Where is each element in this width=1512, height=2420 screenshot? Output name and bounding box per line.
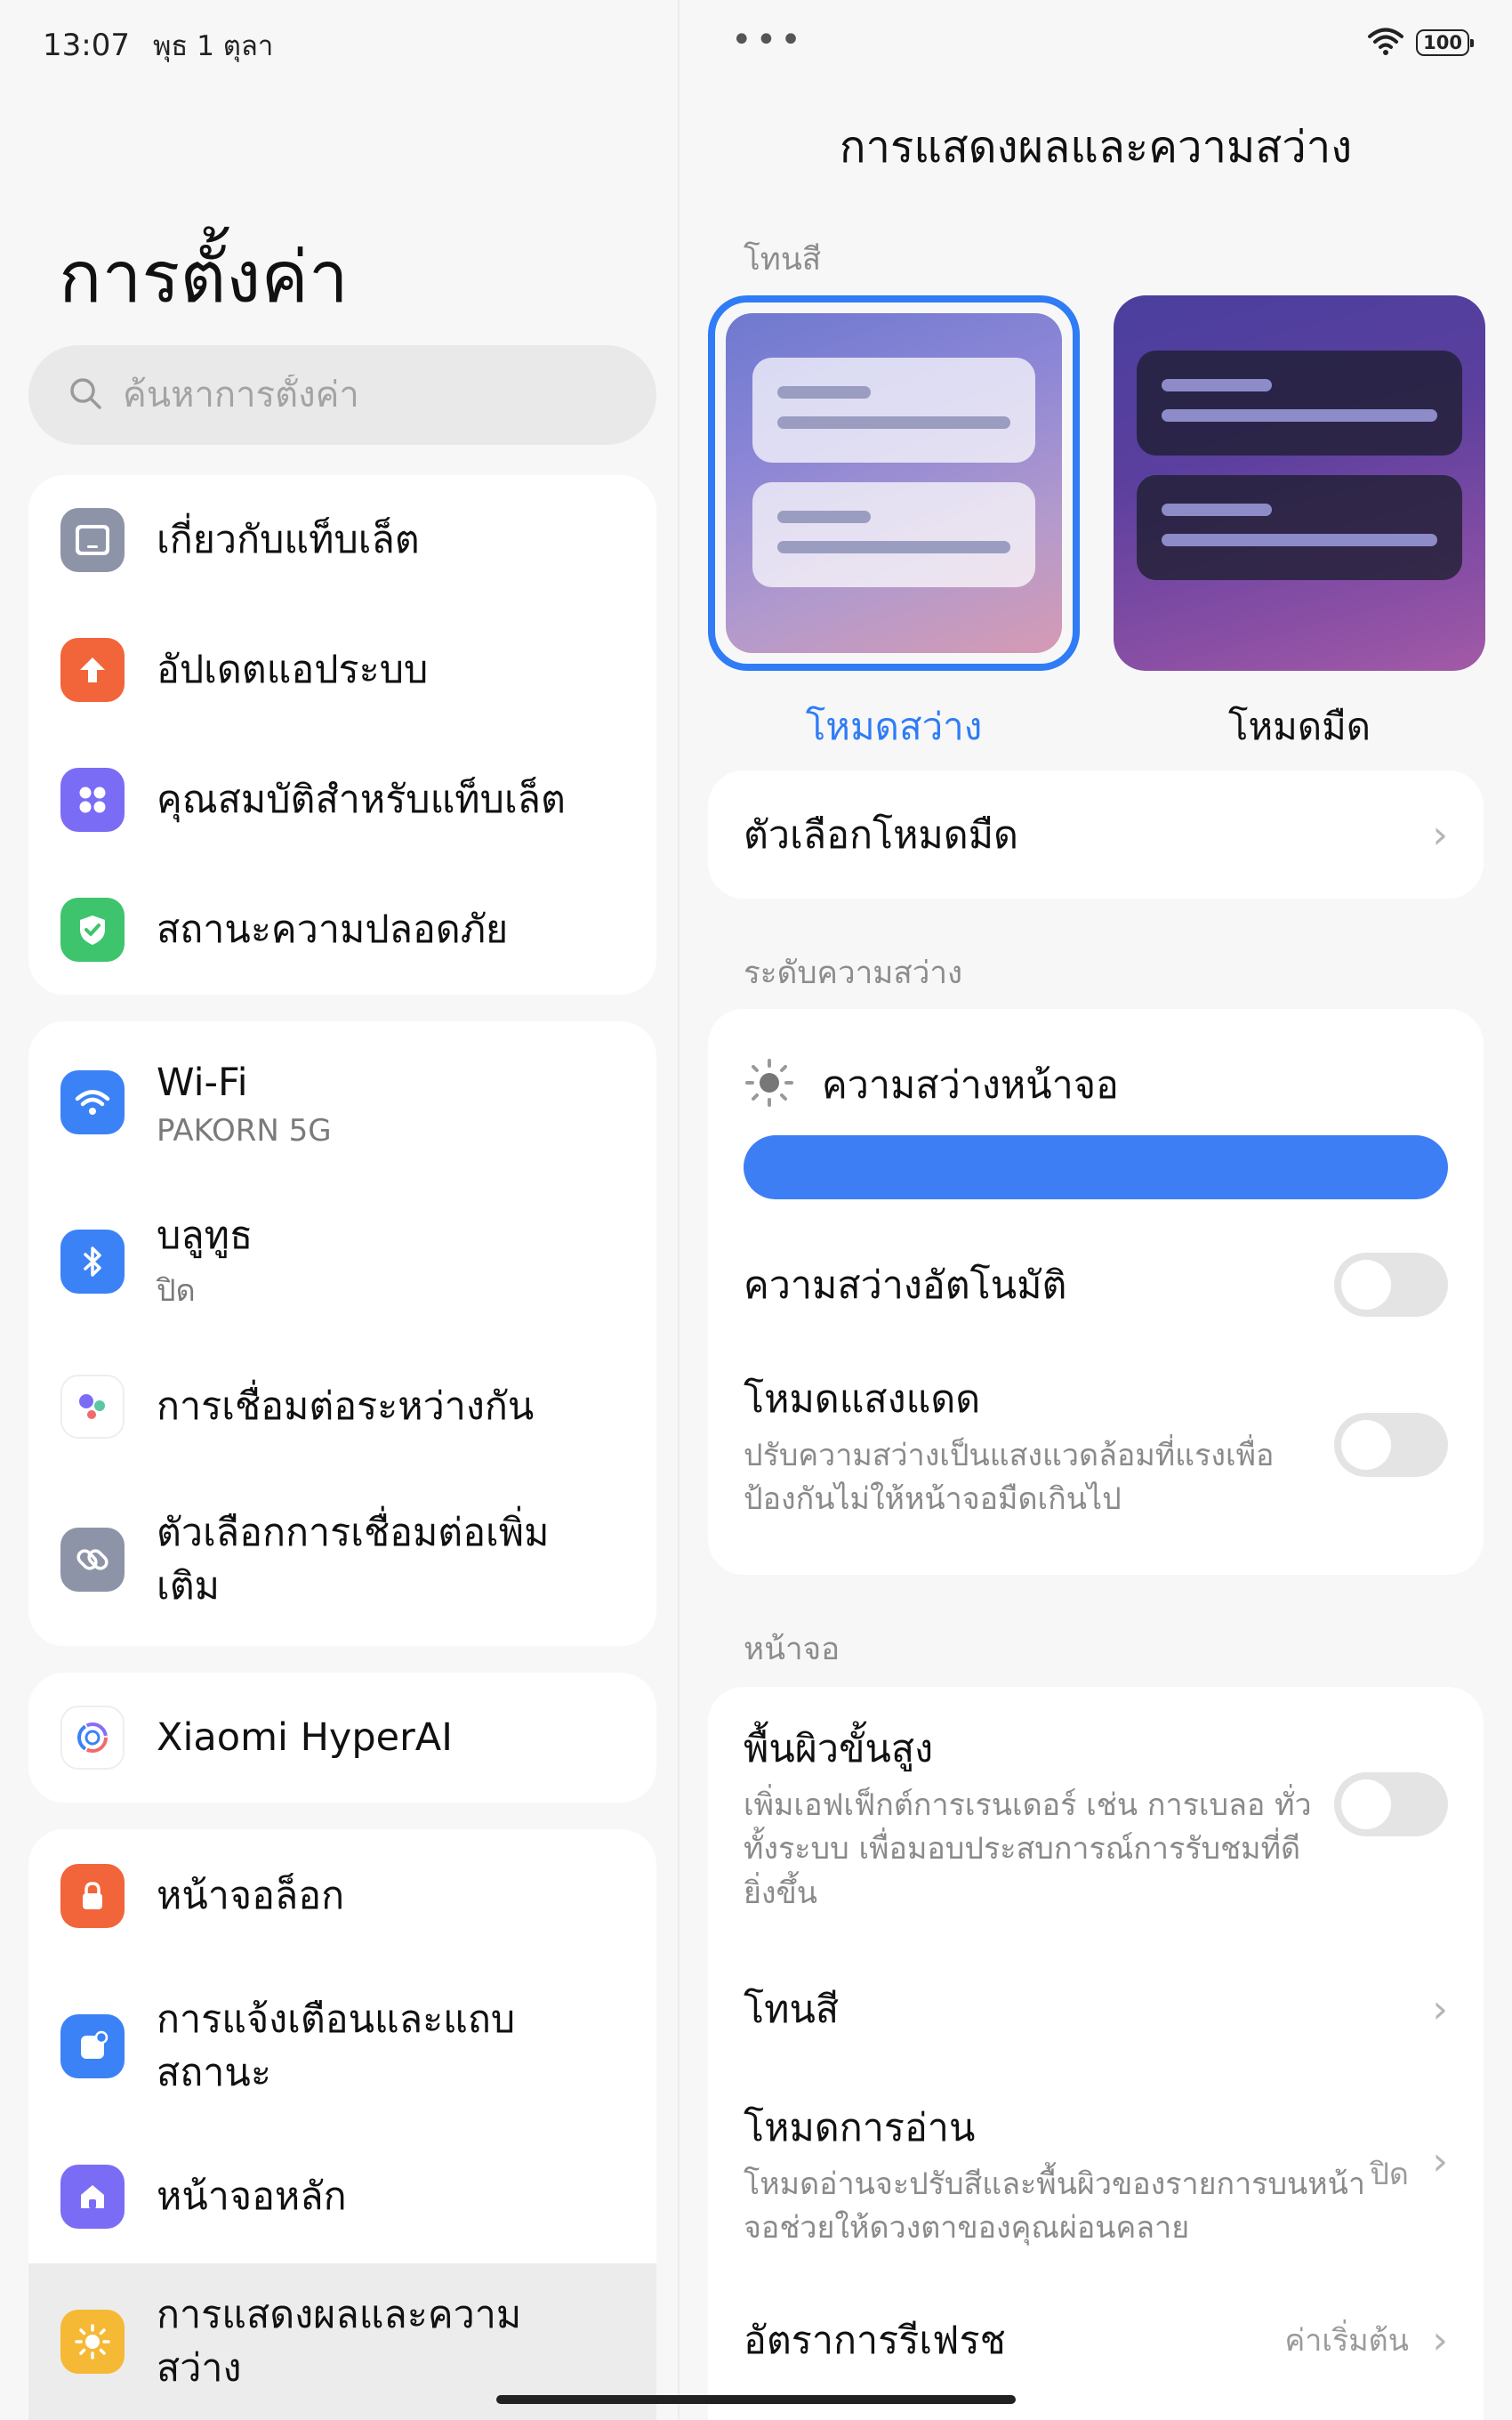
- sidebar-item-lock-screen[interactable]: หน้าจอล็อก: [28, 1829, 656, 1963]
- screen-card: พื้นผิวขั้นสูง เพิ่มเอฟเฟ็กต์การเรนเดอร์…: [708, 1687, 1484, 2420]
- reading-mode-desc-line1: โหมดอ่านจะปรับสีและพื้นผิวของรายการบนหน้…: [744, 2166, 1366, 2202]
- bluetooth-status: ปิด: [157, 1273, 196, 1310]
- settings-group-device: เกี่ยวกับแท็บเล็ต อัปเดตแอประบบ คุณสมบัต…: [28, 475, 656, 995]
- section-label-brightness: ระดับความสว่าง: [744, 956, 963, 991]
- dark-mode-options-label: ตัวเลือกโหมดมืด: [744, 813, 1018, 858]
- sidebar-item-label: บลูทูธ: [157, 1213, 253, 1258]
- display-brightness-pane: การแสดงผลและความสว่าง โทนสี โหมดสว่าง โห…: [680, 0, 1512, 2420]
- auto-brightness-label: ความสว่างอัตโนมัติ: [744, 1263, 1067, 1308]
- color-tone-label: โทนสี: [744, 1988, 840, 2032]
- advanced-surface-row: พื้นผิวขั้นสูง เพิ่มเอฟเฟ็กต์การเรนเดอร์…: [744, 1719, 1448, 1915]
- tablet-icon: [60, 508, 125, 572]
- dark-mode-options-card[interactable]: ตัวเลือกโหมดมืด ›: [708, 770, 1484, 899]
- shield-check-icon: [60, 898, 125, 962]
- page-title: การตั้งค่า: [59, 236, 349, 319]
- lock-icon: [60, 1864, 125, 1928]
- section-label-theme: โทนสี: [744, 242, 822, 278]
- sidebar-item-more-connection-options[interactable]: ตัวเลือกการเชื่อมต่อเพิ่ม เติม: [28, 1473, 656, 1646]
- sidebar-item-home-screen[interactable]: หน้าจอหลัก: [28, 2130, 656, 2263]
- advanced-surface-desc-line2: ทั้งระบบ เพื่อมอบประสบการณ์การรับชมที่ดี: [744, 1831, 1301, 1867]
- chevron-right-icon: ›: [1432, 2317, 1448, 2363]
- search-icon: [68, 375, 103, 415]
- dark-mode-label[interactable]: โหมดมืด: [1114, 698, 1485, 756]
- refresh-rate-label: อัตราการรีเฟรช: [744, 2319, 1006, 2363]
- sidebar-item-label: การแสดงผลและความ: [157, 2292, 522, 2337]
- wifi-icon: [60, 1070, 125, 1134]
- sunlight-mode-toggle[interactable]: [1334, 1413, 1448, 1477]
- brightness-slider[interactable]: [744, 1135, 1448, 1199]
- sidebar-item-label: หน้าจอหลัก: [157, 2174, 347, 2219]
- sidebar-item-label: เกี่ยวกับแท็บเล็ต: [157, 517, 420, 562]
- auto-brightness-row: ความสว่างอัตโนมัติ: [744, 1240, 1448, 1329]
- reading-mode-row[interactable]: โหมดการอ่าน โหมดอ่านจะปรับสีและพื้นผิวขอ…: [744, 2098, 1448, 2249]
- sidebar-item-label: Wi-Fi: [157, 1060, 248, 1105]
- auto-brightness-toggle[interactable]: [1334, 1253, 1448, 1317]
- advanced-surface-desc-line3: ยิ่งขึ้น: [744, 1875, 818, 1911]
- update-arrow-icon: [60, 638, 125, 702]
- search-bar[interactable]: [28, 345, 656, 445]
- sidebar-item-about-tablet[interactable]: เกี่ยวกับแท็บเล็ต: [28, 475, 656, 605]
- link-icon: [60, 1528, 125, 1592]
- advanced-surface-desc-line1: เพิ่มเอฟเฟ็กต์การเรนเดอร์ เช่น การเบลอ ท…: [744, 1787, 1312, 1824]
- settings-group-ai: Xiaomi HyperAI: [28, 1673, 656, 1803]
- sidebar-item-notifications-status-bar[interactable]: การแจ้งเตือนและแถบ สถานะ: [28, 1963, 656, 2130]
- sidebar-item-label: สถานะความปลอดภัย: [157, 907, 509, 952]
- brightness-card: ความสว่างหน้าจอ ความสว่างอัตโนมัติ โหมดแ…: [708, 1009, 1484, 1575]
- sidebar-item-tablet-features[interactable]: คุณสมบัติสำหรับแท็บเล็ต: [28, 735, 656, 865]
- settings-group-personalization: หน้าจอล็อก การแจ้งเตือนและแถบ สถานะ หน้า…: [28, 1829, 656, 2420]
- reading-mode-label: โหมดการอ่าน: [744, 2105, 976, 2150]
- sunlight-mode-desc-line1: ปรับความสว่างเป็นแสงแวดล้อมที่แรงเพื่อ: [744, 1437, 1275, 1473]
- sunlight-mode-label: โหมดแสงแดด: [744, 1376, 981, 1422]
- home-icon: [60, 2165, 125, 2229]
- sidebar-item-hyperai[interactable]: Xiaomi HyperAI: [28, 1673, 656, 1803]
- advanced-surface-toggle[interactable]: [1334, 1772, 1448, 1836]
- interconnect-icon: [60, 1375, 125, 1439]
- sidebar-item-label: Xiaomi HyperAI: [157, 1714, 453, 1760]
- sidebar-item-system-apps-update[interactable]: อัปเดตแอประบบ: [28, 605, 656, 735]
- refresh-rate-row[interactable]: อัตราการรีเฟรช ค่าเริ่มต้น ›: [744, 2295, 1448, 2384]
- sunlight-mode-row: โหมดแสงแดด ปรับความสว่างเป็นแสงแวดล้อมที…: [744, 1365, 1448, 1525]
- sidebar-item-label: หน้าจอล็อก: [157, 1873, 345, 1918]
- sun-icon: [60, 2310, 125, 2374]
- sidebar-item-label: การแจ้งเตือนและแถบ: [157, 1996, 516, 2042]
- chevron-right-icon: ›: [1432, 2139, 1448, 2184]
- screen-brightness-label: ความสว่างหน้าจอ: [822, 1063, 1119, 1108]
- advanced-surface-label: พื้นผิวขั้นสูง: [744, 1727, 934, 1772]
- light-mode-preview[interactable]: [708, 295, 1080, 671]
- settings-group-connectivity: Wi-Fi PAKORN 5G บลูทูธ ปิด การเชื่อมต่อร…: [28, 1021, 656, 1646]
- reading-mode-desc-line2: จอช่วยให้ดวงตาของคุณผ่อนคลาย: [744, 2210, 1190, 2246]
- sidebar-item-label-line2: สว่าง: [157, 2346, 242, 2391]
- sidebar-item-label: อัปเดตแอประบบ: [157, 647, 429, 692]
- chevron-right-icon: ›: [1432, 811, 1448, 858]
- sidebar-item-label-line2: สถานะ: [157, 2051, 271, 2095]
- sidebar-item-label-line2: เติม: [157, 1564, 220, 1609]
- chevron-right-icon: ›: [1432, 1986, 1448, 2032]
- light-mode-label[interactable]: โหมดสว่าง: [708, 698, 1080, 756]
- sidebar-item-label: การเชื่อมต่อระหว่างกัน: [157, 1383, 535, 1429]
- color-tone-row[interactable]: โทนสี ›: [744, 1964, 1448, 2053]
- sidebar-item-label: ตัวเลือกการเชื่อมต่อเพิ่ม: [157, 1510, 550, 1555]
- brightness-sun-icon: [744, 1057, 795, 1112]
- detail-page-title: การแสดงผลและความสว่าง: [839, 122, 1353, 173]
- section-label-screen: หน้าจอ: [744, 1632, 840, 1667]
- settings-list-pane: การตั้งค่า เกี่ยวกับแท็บเล็ต อัปเดตแอประ…: [0, 0, 678, 2420]
- bluetooth-icon: [60, 1230, 125, 1294]
- notification-icon: [60, 2014, 125, 2078]
- dark-mode-preview[interactable]: [1114, 295, 1485, 671]
- search-input[interactable]: [123, 375, 621, 415]
- home-indicator[interactable]: [496, 2395, 1016, 2404]
- grid-dots-icon: [60, 768, 125, 832]
- refresh-rate-value: ค่าเริ่มต้น: [1284, 2323, 1409, 2359]
- hyperai-icon: [60, 1706, 125, 1770]
- sidebar-item-security-status[interactable]: สถานะความปลอดภัย: [28, 865, 656, 995]
- wifi-network-name: PAKORN 5G: [157, 1113, 332, 1150]
- reading-mode-value: ปิด: [1370, 2157, 1409, 2192]
- sunlight-mode-desc-line2: ป้องกันไม่ให้หน้าจอมืดเกินไป: [744, 1481, 1122, 1517]
- sidebar-item-bluetooth[interactable]: บลูทูธ ปิด: [28, 1183, 656, 1340]
- sidebar-item-wifi[interactable]: Wi-Fi PAKORN 5G: [28, 1021, 656, 1183]
- sidebar-item-interconnect[interactable]: การเชื่อมต่อระหว่างกัน: [28, 1340, 656, 1473]
- sidebar-item-label: คุณสมบัติสำหรับแท็บเล็ต: [157, 777, 566, 822]
